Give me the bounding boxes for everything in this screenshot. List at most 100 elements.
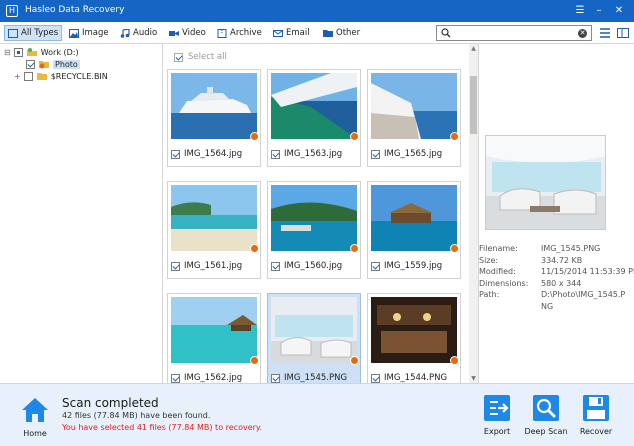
video-icon — [169, 30, 179, 36]
select-all-checkbox[interactable] — [174, 52, 183, 62]
tab-archive[interactable]: Archive — [214, 25, 265, 41]
scrollbar-thumb[interactable] — [470, 76, 477, 134]
file-info-value: D:\Photo\IMG_1545.P — [541, 290, 626, 299]
file-thumbnail[interactable] — [371, 297, 457, 363]
grid-scrollbar[interactable]: ▲ ▼ — [469, 44, 478, 383]
file-card[interactable]: IMG_1544.PNG — [367, 293, 461, 383]
recover-button[interactable]: Recover — [577, 393, 615, 436]
file-info-value: 334.72 KB — [541, 256, 583, 265]
file-thumbnail[interactable] — [371, 73, 457, 139]
tab-image[interactable]: Image — [66, 25, 112, 41]
expand-icon[interactable]: + — [14, 72, 21, 81]
file-name: IMG_1560.jpg — [284, 261, 343, 271]
file-type-toolbar: All Types Image Audio Video Archive Emai… — [0, 22, 634, 44]
file-checkbox[interactable] — [371, 261, 380, 271]
file-checkbox[interactable] — [271, 373, 280, 383]
tab-video[interactable]: Video — [166, 25, 209, 41]
file-card[interactable]: IMG_1561.jpg — [167, 181, 261, 279]
save-disk-icon — [583, 395, 609, 421]
tree-item-recycle-bin[interactable]: + $RECYCLE.BIN — [14, 70, 108, 82]
search-box[interactable]: ✕ — [436, 25, 592, 41]
file-thumbnail[interactable] — [371, 185, 457, 251]
tab-archive-label: Archive — [230, 28, 262, 38]
file-checkbox[interactable] — [371, 149, 380, 159]
file-thumbnail[interactable] — [171, 185, 257, 251]
folder-tree: ⊟ Work (D:) Photo + $RECYCLE.BIN — [0, 44, 163, 383]
tree-drive-node[interactable]: ⊟ Work (D:) — [4, 46, 79, 58]
tab-audio[interactable]: Audio — [117, 25, 160, 41]
export-icon — [484, 395, 510, 421]
tab-image-label: Image — [82, 28, 109, 38]
deep-scan-icon — [533, 395, 559, 421]
file-card[interactable]: IMG_1559.jpg — [367, 181, 461, 279]
tree-item-photo[interactable]: Photo — [26, 58, 80, 70]
drive-checkbox[interactable] — [13, 47, 23, 57]
select-all[interactable]: Select all — [174, 52, 227, 62]
menu-icon[interactable]: ☰ — [572, 3, 588, 19]
minimize-button[interactable]: – — [591, 3, 607, 19]
status-selected: You have selected 41 files (77.84 MB) to… — [62, 423, 263, 432]
home-label: Home — [23, 429, 47, 438]
folder-icon — [323, 29, 333, 37]
file-checkbox[interactable] — [171, 261, 180, 271]
export-button[interactable]: Export — [479, 393, 515, 436]
file-card[interactable]: IMG_1560.jpg — [267, 181, 361, 279]
recycle-bin-checkbox[interactable] — [23, 71, 33, 81]
file-card[interactable]: IMG_1565.jpg — [367, 69, 461, 167]
file-name: IMG_1545.PNG — [284, 373, 348, 383]
file-checkbox[interactable] — [271, 149, 280, 159]
close-button[interactable]: ✕ — [611, 3, 627, 19]
photo-checkbox[interactable] — [26, 59, 35, 69]
file-card[interactable]: IMG_1564.jpg — [167, 69, 261, 167]
photo-label: Photo — [53, 59, 80, 69]
folder-icon — [39, 61, 49, 69]
file-checkbox[interactable] — [371, 373, 380, 383]
file-info-key: Dimensions: — [479, 279, 529, 288]
file-thumbnail[interactable] — [271, 73, 357, 139]
home-button[interactable]: Home — [17, 395, 53, 438]
file-thumbnail[interactable] — [171, 73, 257, 139]
file-thumbnail[interactable] — [271, 297, 357, 363]
file-info-value: 580 x 344 — [541, 279, 582, 288]
home-icon — [22, 398, 48, 422]
recovery-status-icon — [250, 132, 259, 141]
preview-image — [485, 135, 606, 230]
file-card[interactable]: IMG_1545.PNG — [267, 293, 361, 383]
file-checkbox[interactable] — [171, 149, 180, 159]
email-icon — [273, 29, 283, 37]
file-name: IMG_1563.jpg — [284, 149, 343, 159]
file-checkbox[interactable] — [271, 261, 280, 271]
file-info-key: Path: — [479, 290, 500, 299]
file-info-key: Filename: — [479, 244, 518, 253]
deep-scan-button[interactable]: Deep Scan — [522, 393, 570, 436]
recovery-status-icon — [350, 132, 359, 141]
clear-search-icon[interactable]: ✕ — [578, 29, 587, 38]
status-title: Scan completed — [62, 396, 159, 410]
file-name: IMG_1562.jpg — [184, 373, 243, 383]
deep-scan-label: Deep Scan — [524, 427, 568, 436]
file-checkbox[interactable] — [171, 373, 180, 383]
image-icon — [69, 28, 79, 38]
file-card[interactable]: IMG_1562.jpg — [167, 293, 261, 383]
recovery-status-icon — [450, 244, 459, 253]
recovery-status-icon — [450, 356, 459, 365]
tab-other[interactable]: Other — [320, 25, 363, 41]
recovery-status-icon — [250, 356, 259, 365]
scroll-up-icon[interactable]: ▲ — [470, 45, 477, 52]
collapse-icon[interactable]: ⊟ — [4, 48, 11, 57]
folder-icon — [36, 73, 47, 80]
file-thumbnail[interactable] — [271, 185, 357, 251]
list-view-icon[interactable] — [599, 27, 611, 39]
file-card[interactable]: IMG_1563.jpg — [267, 69, 361, 167]
file-thumbnail[interactable] — [171, 297, 257, 363]
tab-all-types[interactable]: All Types — [4, 25, 63, 41]
file-name: IMG_1564.jpg — [184, 149, 243, 159]
export-label: Export — [483, 427, 511, 436]
search-icon — [441, 28, 451, 38]
preview-view-icon[interactable] — [617, 27, 629, 39]
status-found: 42 files (77.84 MB) have been found. — [62, 411, 211, 420]
tab-audio-label: Audio — [133, 28, 158, 38]
scroll-down-icon[interactable]: ▼ — [470, 375, 477, 382]
file-name: IMG_1565.jpg — [384, 149, 443, 159]
tab-email[interactable]: Email — [270, 25, 313, 41]
